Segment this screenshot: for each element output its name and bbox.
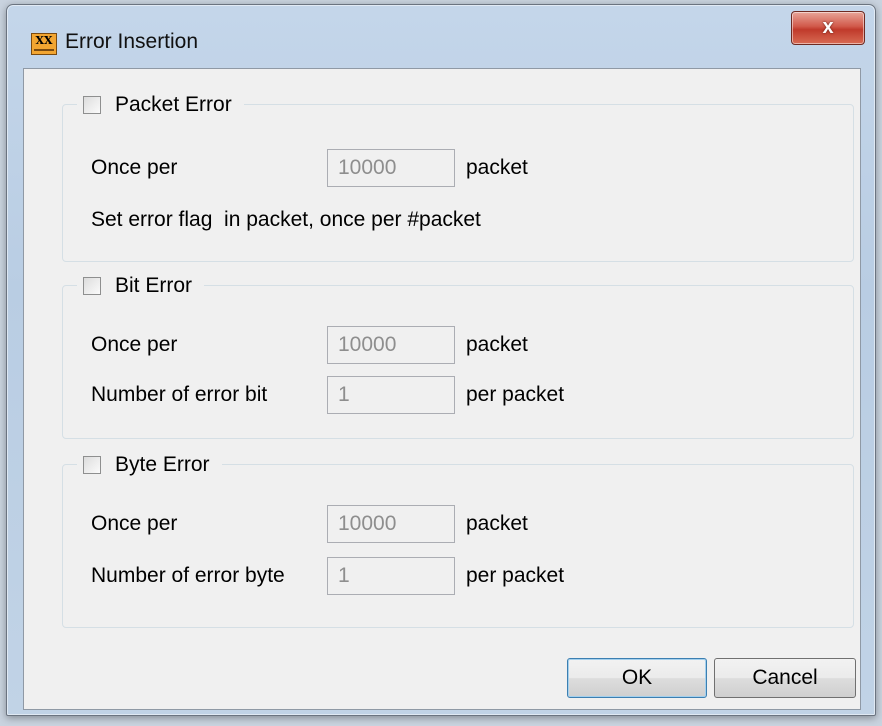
close-button[interactable]: x: [791, 11, 865, 45]
xx-app-icon: XX: [31, 33, 57, 55]
byte-once-per-unit: packet: [466, 512, 528, 535]
bit-once-per-row: Once per: [91, 326, 177, 364]
byte-error-legend: Byte Error: [77, 451, 222, 479]
packet-once-per-input[interactable]: 10000: [327, 149, 455, 187]
byte-count-unit: per packet: [466, 564, 565, 587]
bit-once-per-input[interactable]: 10000: [327, 326, 455, 364]
bit-count-row: Number of error bit: [91, 376, 267, 414]
packet-once-per-label: Once per: [91, 156, 178, 179]
app-icon-text: XX: [35, 34, 53, 47]
error-insertion-dialog: XX Error Insertion x Packet Error Once p…: [6, 4, 876, 716]
byte-count-row: Number of error byte: [91, 557, 285, 595]
cancel-button[interactable]: Cancel: [714, 658, 856, 698]
bit-error-legend: Bit Error: [77, 272, 205, 300]
bit-error-label: Bit Error: [115, 274, 193, 297]
window-title: Error Insertion: [65, 30, 199, 53]
ok-button[interactable]: OK: [567, 658, 707, 698]
bit-count-input[interactable]: 1: [327, 376, 455, 414]
packet-error-group: Packet Error Once per 10000 packet Set e…: [62, 91, 854, 262]
byte-count-input[interactable]: 1: [327, 557, 455, 595]
packet-error-checkbox[interactable]: [83, 96, 101, 114]
packet-description-row: Set error flag in packet, once per #pack…: [91, 201, 481, 239]
byte-error-group: Byte Error Once per 10000 packet Number …: [62, 451, 854, 628]
packet-error-description: Set error flag in packet, once per #pack…: [91, 208, 481, 231]
bit-error-checkbox[interactable]: [83, 277, 101, 295]
packet-once-per-row: Once per: [91, 149, 177, 187]
dialog-client-area: Packet Error Once per 10000 packet Set e…: [23, 68, 861, 710]
byte-count-label: Number of error byte: [91, 564, 285, 587]
bit-count-unit: per packet: [466, 383, 565, 406]
bit-once-per-label: Once per: [91, 333, 178, 356]
packet-error-label: Packet Error: [115, 93, 232, 116]
byte-error-checkbox[interactable]: [83, 456, 101, 474]
byte-once-per-row: Once per: [91, 505, 177, 543]
close-icon: x: [822, 16, 834, 38]
byte-once-per-label: Once per: [91, 512, 178, 535]
title-bar[interactable]: XX Error Insertion x: [7, 5, 875, 67]
byte-once-per-input[interactable]: 10000: [327, 505, 455, 543]
bit-count-label: Number of error bit: [91, 383, 268, 406]
packet-error-legend: Packet Error: [77, 91, 244, 119]
bit-error-group: Bit Error Once per 10000 packet Number o…: [62, 272, 854, 439]
packet-once-per-unit: packet: [466, 156, 528, 179]
bit-once-per-unit: packet: [466, 333, 528, 356]
byte-error-label: Byte Error: [115, 453, 210, 476]
